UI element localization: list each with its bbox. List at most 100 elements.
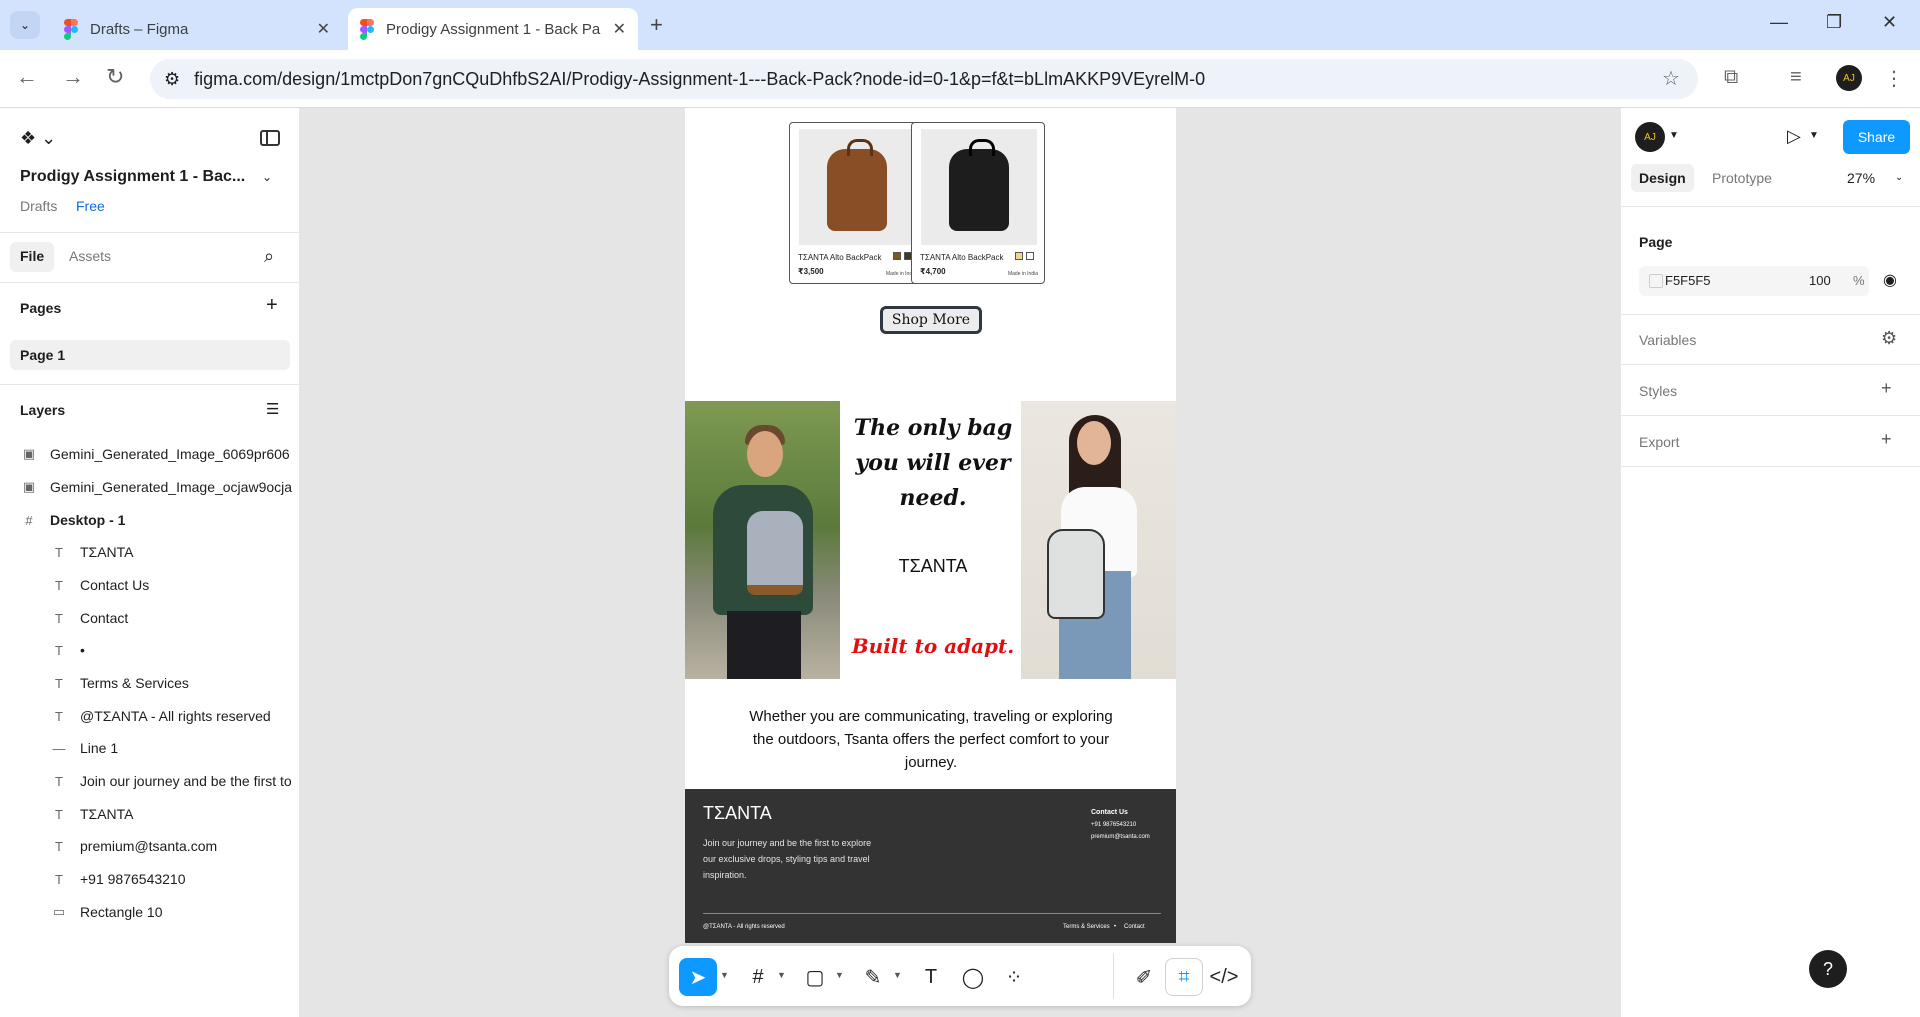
bag-pocket bbox=[837, 191, 877, 221]
project-title[interactable]: Prodigy Assignment 1 - Bac... bbox=[20, 168, 245, 186]
fill-hex-value[interactable]: F5F5F5 bbox=[1665, 273, 1711, 288]
browser-menu-icon[interactable]: ⋮ bbox=[1884, 66, 1904, 91]
extensions-icon[interactable]: ⧉ bbox=[1724, 66, 1738, 89]
product-image bbox=[921, 129, 1037, 245]
color-swatch[interactable] bbox=[1026, 252, 1034, 260]
export-section[interactable]: Export bbox=[1639, 434, 1679, 450]
browser-tab-drafts[interactable]: Drafts – Figma ✕ bbox=[52, 8, 342, 50]
draw-mode-icon[interactable]: ✐ bbox=[1125, 958, 1163, 996]
layer-item[interactable]: T TΣANTA bbox=[0, 540, 300, 564]
page-item[interactable]: Page 1 bbox=[10, 340, 290, 370]
bookmark-star-icon[interactable]: ☆ bbox=[1662, 66, 1680, 91]
media-controls-icon[interactable]: ≡ bbox=[1790, 66, 1802, 89]
page-fill-field[interactable]: F5F5F5 100 % bbox=[1639, 266, 1869, 296]
add-style-icon[interactable]: + bbox=[1881, 378, 1892, 399]
help-button[interactable]: ? bbox=[1809, 950, 1847, 988]
zoom-level[interactable]: 27% bbox=[1847, 170, 1875, 186]
add-page-icon[interactable]: + bbox=[266, 294, 278, 317]
back-icon[interactable]: ← bbox=[16, 64, 38, 90]
layer-item[interactable]: T @TΣANTA - All rights reserved bbox=[0, 704, 300, 728]
layer-item[interactable]: — Line 1 bbox=[0, 736, 300, 760]
new-tab-icon[interactable]: + bbox=[650, 12, 663, 38]
browser-tab-prodigy[interactable]: Prodigy Assignment 1 - Back Pa ✕ bbox=[348, 8, 638, 50]
tab-title: Drafts – Figma bbox=[90, 20, 189, 38]
plan-badge[interactable]: Free bbox=[76, 198, 105, 214]
layer-item[interactable]: T TΣANTA bbox=[0, 802, 300, 826]
layer-item[interactable]: T +91 9876543210 bbox=[0, 867, 300, 891]
tab-design[interactable]: Design bbox=[1631, 164, 1694, 192]
search-icon[interactable]: ⌕ bbox=[264, 246, 274, 267]
toggle-sidebar-icon[interactable] bbox=[260, 130, 280, 146]
tab-search-button[interactable]: ⌄ bbox=[10, 11, 40, 39]
layer-item[interactable]: T • bbox=[0, 638, 300, 662]
actions-tool-icon[interactable]: ⁘ bbox=[995, 958, 1033, 996]
move-tool-icon[interactable]: ➤ bbox=[679, 958, 717, 996]
visibility-eye-icon[interactable]: ◉ bbox=[1883, 270, 1897, 290]
pen-tool-icon[interactable]: ✎ bbox=[854, 958, 892, 996]
layer-options-icon[interactable]: ☰ bbox=[266, 400, 279, 418]
address-bar: ← → ↻ ⚙ figma.com/design/1mctpDon7gnCQuD… bbox=[0, 50, 1920, 108]
chevron-down-icon[interactable]: ▼ bbox=[893, 970, 902, 980]
close-tab-icon[interactable]: ✕ bbox=[317, 19, 330, 39]
figma-icon bbox=[64, 19, 78, 40]
user-avatar[interactable]: AJ bbox=[1635, 122, 1665, 152]
minimize-icon[interactable]: — bbox=[1770, 12, 1788, 33]
layer-item[interactable]: T Join our journey and be the first to bbox=[0, 769, 300, 793]
chevron-down-icon[interactable]: ▼ bbox=[777, 970, 786, 980]
share-button[interactable]: Share bbox=[1843, 120, 1910, 154]
color-swatch[interactable] bbox=[1015, 252, 1023, 260]
layer-item[interactable]: T Terms & Services bbox=[0, 671, 300, 695]
shop-more-button[interactable]: Shop More bbox=[880, 306, 982, 334]
forward-icon[interactable]: → bbox=[62, 64, 84, 90]
chevron-down-icon[interactable]: ⌄ bbox=[1895, 172, 1903, 183]
chevron-down-icon[interactable]: ▼ bbox=[835, 970, 844, 980]
variables-section[interactable]: Variables bbox=[1639, 332, 1696, 348]
url-field[interactable]: ⚙ figma.com/design/1mctpDon7gnCQuDhfbS2A… bbox=[150, 59, 1698, 99]
present-play-icon[interactable]: ▷ bbox=[1787, 126, 1801, 147]
site-info-icon[interactable]: ⚙ bbox=[164, 69, 180, 90]
layer-item[interactable]: # Desktop - 1 bbox=[0, 508, 300, 532]
footer-separator-dot: • bbox=[1114, 924, 1117, 930]
design-mode-icon[interactable]: ⌗ bbox=[1165, 958, 1203, 996]
layer-item[interactable]: T Contact bbox=[0, 606, 300, 630]
pages-heading: Pages bbox=[20, 300, 62, 316]
reload-icon[interactable]: ↻ bbox=[106, 64, 124, 90]
layer-item[interactable]: ▣ Gemini_Generated_Image_6069pr606 bbox=[0, 442, 300, 466]
fill-color-swatch[interactable] bbox=[1649, 274, 1663, 288]
man-with-backpack-image bbox=[685, 401, 840, 679]
layer-item[interactable]: ▣ Gemini_Generated_Image_ocjaw9ocja bbox=[0, 475, 300, 499]
chevron-down-icon[interactable]: ▼ bbox=[1669, 130, 1679, 141]
text-tool-icon[interactable]: T bbox=[912, 958, 950, 996]
design-canvas[interactable]: TΣANTA Alto BackPack ₹3,500 Made in Indi… bbox=[300, 108, 1620, 1017]
chevron-down-icon[interactable]: ▼ bbox=[720, 970, 729, 980]
tab-prototype[interactable]: Prototype bbox=[1712, 170, 1772, 186]
frame-icon: # bbox=[25, 512, 33, 528]
add-export-icon[interactable]: + bbox=[1881, 429, 1892, 450]
product-card[interactable]: TΣANTA Alto BackPack ₹4,700 Made in Indi… bbox=[911, 122, 1045, 284]
text-icon: T bbox=[55, 871, 63, 887]
rectangle-tool-icon[interactable]: ▢ bbox=[796, 958, 834, 996]
layer-item[interactable]: ▭ Rectangle 10 bbox=[0, 900, 300, 924]
profile-avatar[interactable]: AJ bbox=[1836, 65, 1862, 91]
figma-menu-icon[interactable]: ❖ ⌄ bbox=[20, 128, 56, 149]
desktop-frame[interactable]: TΣANTA Alto BackPack ₹3,500 Made in Indi… bbox=[685, 108, 1176, 943]
color-swatch[interactable] bbox=[893, 252, 901, 260]
divider bbox=[1621, 206, 1920, 207]
tab-assets[interactable]: Assets bbox=[69, 248, 111, 264]
dev-mode-icon[interactable]: </> bbox=[1205, 958, 1243, 996]
product-card[interactable]: TΣANTA Alto BackPack ₹3,500 Made in Indi… bbox=[789, 122, 923, 284]
close-window-icon[interactable]: ✕ bbox=[1882, 12, 1897, 33]
chevron-down-icon[interactable]: ▼ bbox=[1809, 130, 1819, 141]
drafts-link[interactable]: Drafts bbox=[20, 198, 57, 214]
layer-item[interactable]: Tpremium@tsanta.com bbox=[0, 834, 300, 858]
comment-tool-icon[interactable]: ◯ bbox=[954, 958, 992, 996]
chevron-down-icon[interactable]: ⌄ bbox=[262, 170, 272, 184]
close-tab-icon[interactable]: ✕ bbox=[613, 19, 626, 39]
variables-settings-icon[interactable]: ⚙ bbox=[1881, 328, 1897, 349]
restore-icon[interactable]: ❐ bbox=[1826, 12, 1842, 33]
styles-section[interactable]: Styles bbox=[1639, 383, 1677, 399]
fill-opacity-value[interactable]: 100 bbox=[1809, 273, 1831, 288]
layer-item[interactable]: T Contact Us bbox=[0, 573, 300, 597]
tab-file[interactable]: File bbox=[10, 242, 55, 272]
frame-tool-icon[interactable]: # bbox=[739, 958, 777, 996]
